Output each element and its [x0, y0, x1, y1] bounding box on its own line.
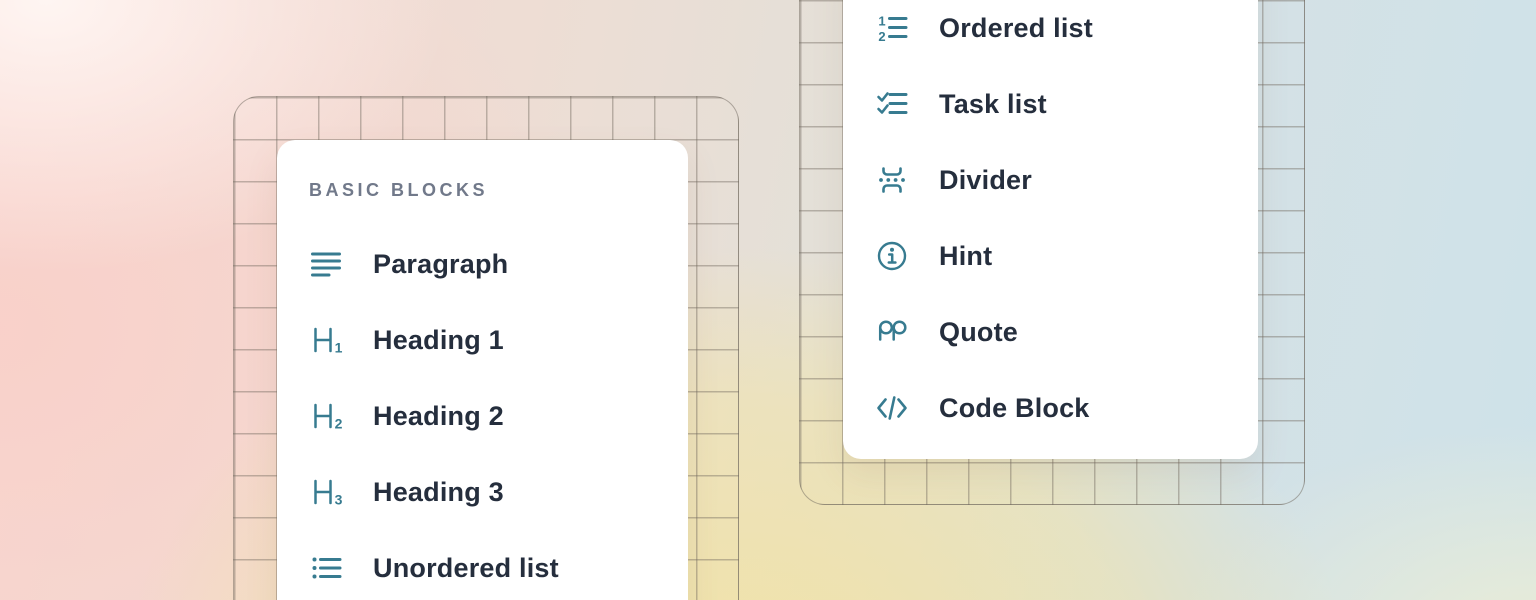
heading-1-icon: 1 — [309, 323, 343, 357]
menu-item-label: Code Block — [939, 393, 1090, 424]
menu-item-heading-1[interactable]: 1 Heading 1 — [309, 302, 688, 378]
heading-2-icon: 2 — [309, 399, 343, 433]
menu-item-divider[interactable]: Divider — [875, 142, 1258, 218]
code-block-icon — [875, 391, 909, 425]
menu-item-label: Ordered list — [939, 13, 1093, 44]
menu-item-task-list[interactable]: Task list — [875, 66, 1258, 142]
menu-item-label: Unordered list — [373, 553, 559, 584]
menu-item-label: Hint — [939, 241, 992, 272]
menu-item-label: Paragraph — [373, 249, 508, 280]
menu-item-quote[interactable]: Quote — [875, 294, 1258, 370]
heading-2-digit: 2 — [335, 416, 343, 432]
menu-item-heading-2[interactable]: 2 Heading 2 — [309, 378, 688, 454]
hero-canvas: BASIC BLOCKS Paragraph 1 Heading 1 2 Hea… — [0, 0, 1536, 600]
menu-item-label: Heading 2 — [373, 401, 504, 432]
menu-item-heading-3[interactable]: 3 Heading 3 — [309, 454, 688, 530]
menu-item-hint[interactable]: Hint — [875, 218, 1258, 294]
menu-item-label: Heading 3 — [373, 477, 504, 508]
menu-item-unordered-list[interactable]: Unordered list — [309, 530, 688, 600]
hint-icon — [875, 239, 909, 273]
blocks-panel-continued: 1 2 Ordered list Task list — [843, 0, 1258, 459]
menu-item-label: Quote — [939, 317, 1018, 348]
heading-3-icon: 3 — [309, 475, 343, 509]
heading-1-digit: 1 — [335, 340, 343, 356]
menu-item-ordered-list[interactable]: 1 2 Ordered list — [875, 0, 1258, 66]
menu-item-label: Divider — [939, 165, 1032, 196]
basic-blocks-panel: BASIC BLOCKS Paragraph 1 Heading 1 2 Hea… — [277, 140, 688, 600]
menu-item-paragraph[interactable]: Paragraph — [309, 226, 688, 302]
divider-icon — [875, 163, 909, 197]
task-list-icon — [875, 87, 909, 121]
heading-3-digit: 3 — [335, 492, 343, 508]
unordered-list-icon — [309, 551, 343, 585]
menu-item-code-block[interactable]: Code Block — [875, 370, 1258, 446]
ordered-list-icon: 1 2 — [875, 11, 909, 45]
section-title: BASIC BLOCKS — [309, 178, 688, 202]
ordered-list-digit-2: 2 — [878, 29, 885, 44]
quote-icon — [875, 315, 909, 349]
menu-item-label: Heading 1 — [373, 325, 504, 356]
ordered-list-digit-1: 1 — [878, 14, 885, 29]
paragraph-icon — [309, 247, 343, 281]
menu-item-label: Task list — [939, 89, 1047, 120]
